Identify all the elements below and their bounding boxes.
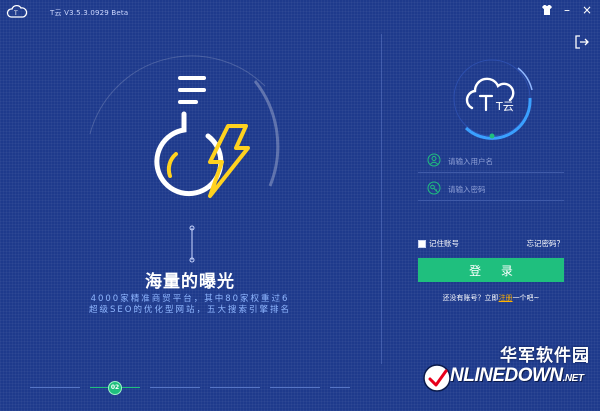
cloud-logo-icon: T — [6, 4, 28, 18]
watermark-cn: 华军软件园 — [500, 346, 590, 366]
register-link[interactable]: 注册 — [499, 294, 513, 302]
lightbulb-icon — [154, 76, 224, 197]
pager-segment-5[interactable] — [270, 387, 320, 388]
pager-segment-6[interactable] — [330, 387, 350, 388]
forgot-password-link[interactable]: 忘记密码？ — [527, 238, 565, 249]
password-input[interactable] — [448, 182, 558, 196]
password-field[interactable] — [418, 176, 564, 201]
login-button[interactable]: 登 录 — [418, 258, 564, 282]
watermark-en: NLINEDOWN.NET — [450, 365, 584, 387]
watermark-en-main: NLINEDOWN — [450, 365, 563, 386]
pager-segment-3[interactable] — [150, 387, 200, 388]
app-window: T T云 V3.5.3.0929 Beta – × 海量的曝光 4000家精准商… — [0, 0, 600, 411]
pager-active-dot[interactable]: 02 — [108, 381, 122, 395]
logo-ring: T云 — [453, 59, 533, 140]
watermark: 华军软件园 NLINEDOWN.NET — [416, 339, 600, 411]
hero-subtitle-line2: 超级SEO的优化型网站，五大搜索引擎排名 — [89, 305, 291, 315]
logo-text: T云 — [495, 100, 514, 113]
logout-icon[interactable] — [573, 33, 591, 51]
no-account-text: 还没有账号？立即 — [442, 294, 499, 302]
checkbox-box[interactable] — [418, 239, 426, 248]
lightning-icon — [208, 124, 250, 198]
app-title: T云 V3.5.3.0929 Beta — [50, 9, 129, 17]
user-icon — [427, 153, 441, 167]
username-input[interactable] — [448, 154, 558, 168]
pager-segment-4[interactable] — [210, 387, 260, 388]
carousel-pager: 02 — [0, 381, 380, 395]
pager-segment-1[interactable] — [30, 387, 80, 388]
watermark-en-suffix: .NET — [562, 373, 584, 384]
remember-label: 记住账号 — [429, 239, 459, 248]
register-row: 还没有账号？立即注册一个吧~ — [382, 293, 600, 303]
hero-title: 海量的曝光 — [145, 272, 235, 292]
register-suffix: 一个吧~ — [512, 294, 540, 302]
svg-text:T: T — [13, 10, 18, 17]
remember-account-checkbox[interactable]: 记住账号 — [418, 238, 459, 249]
watermark-ball-icon — [423, 364, 451, 392]
hero-panel: 海量的曝光 4000家精准商贸平台，其中80家权重过6 超级SEO的优化型网站，… — [0, 26, 380, 411]
key-icon — [427, 181, 441, 195]
username-field[interactable] — [418, 148, 564, 173]
hero-illustration — [89, 55, 280, 263]
